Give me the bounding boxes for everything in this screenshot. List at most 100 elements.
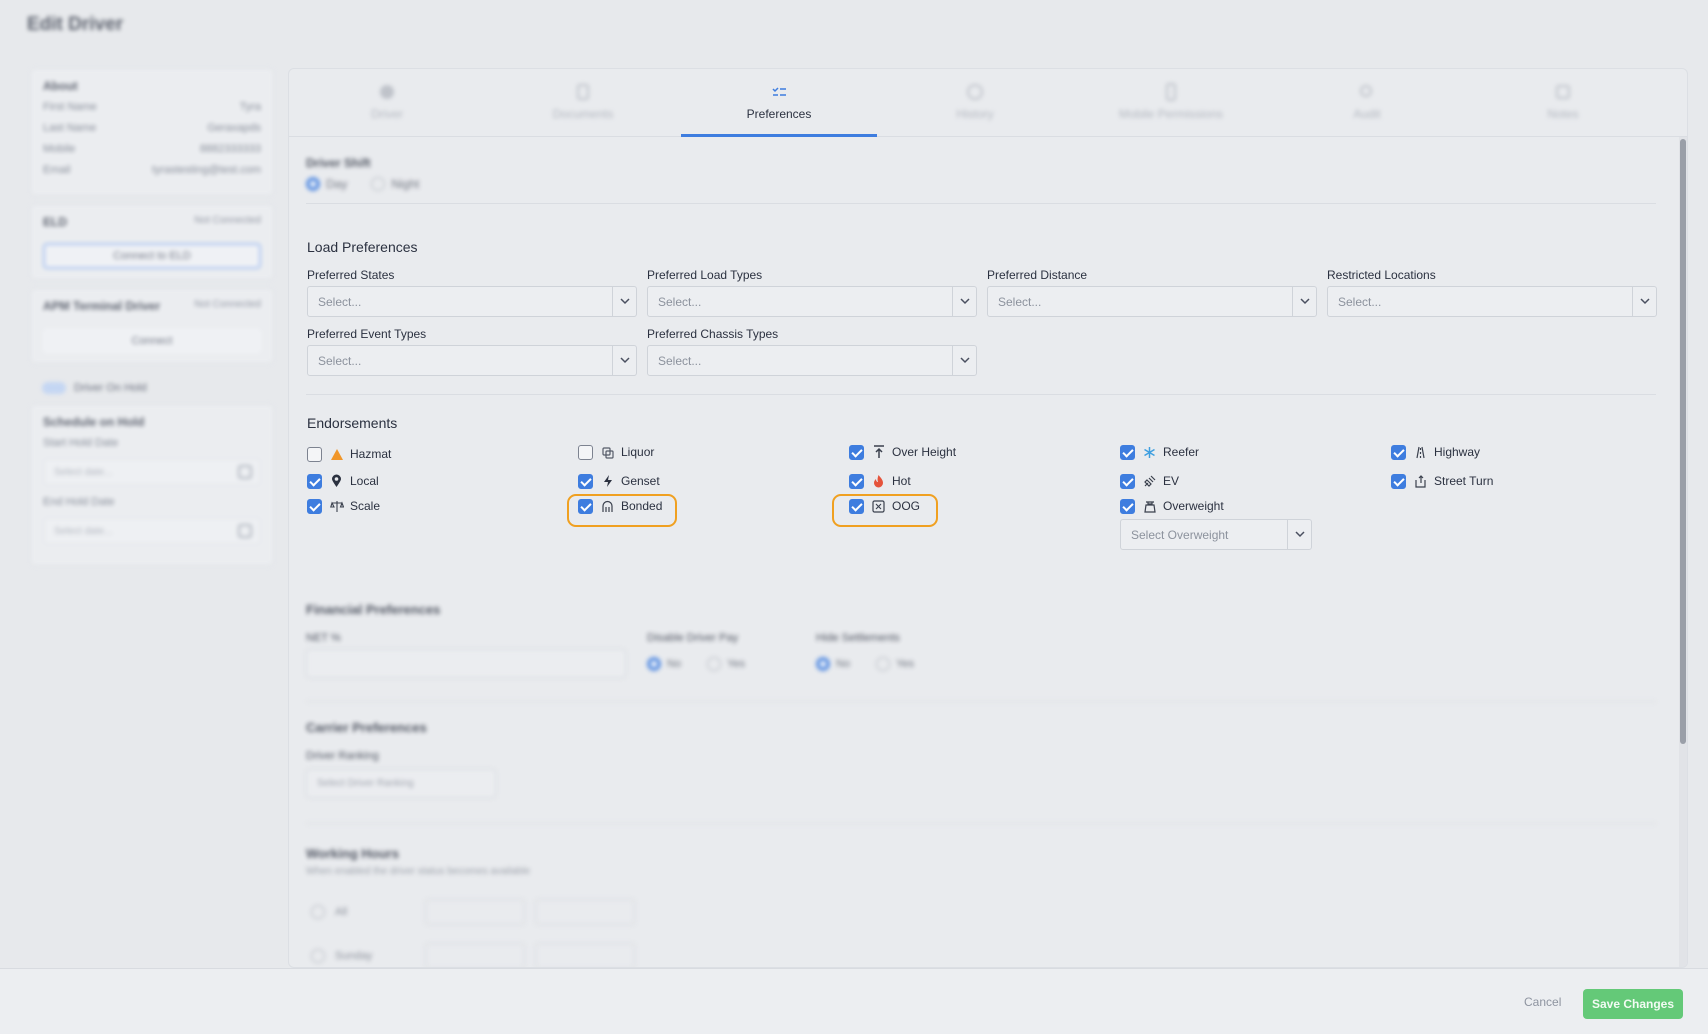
about-row: First Name Tyra [43, 101, 261, 113]
over-height-checkbox[interactable] [849, 444, 864, 460]
highway-checkbox[interactable] [1391, 444, 1406, 460]
driver-shift-title: Driver Shift [306, 156, 371, 170]
hazmat-checkbox[interactable] [307, 446, 322, 462]
genset-checkbox[interactable] [578, 473, 593, 489]
divider [306, 701, 1656, 702]
oog-highlight [832, 494, 938, 527]
restricted-locations-select[interactable]: Select... [1327, 286, 1657, 317]
preferred-chassis-types-label: Preferred Chassis Types [647, 327, 779, 341]
preferred-event-types-select[interactable]: Select... [307, 345, 637, 376]
scale-checkbox[interactable] [307, 498, 322, 514]
working-hours-title: Working Hours [306, 846, 399, 861]
hide-settlements-no-radio[interactable] [816, 657, 830, 671]
connect-eld-button[interactable]: Connect to ELD [43, 243, 261, 269]
disable-pay-label: Disable Driver Pay [647, 632, 739, 644]
tab-history[interactable]: History [877, 69, 1073, 137]
weight-icon [1142, 499, 1157, 514]
endorsement-overweight[interactable]: Overweight [1120, 496, 1224, 516]
terminal-title: APM Terminal Driver [43, 299, 161, 313]
tab-audit[interactable]: Audit [1269, 69, 1465, 137]
eld-title: ELD [43, 215, 67, 229]
time-end-input[interactable] [535, 899, 635, 925]
footer: Cancel Save Changes [0, 968, 1708, 1034]
endorsement-street-turn[interactable]: Street Turn [1391, 471, 1493, 491]
day-toggle[interactable] [311, 905, 325, 919]
hide-settlements-yes-radio[interactable] [876, 657, 891, 671]
endorsement-reefer[interactable]: Reefer [1120, 442, 1199, 462]
reefer-checkbox[interactable] [1120, 444, 1135, 460]
time-start-input[interactable] [425, 943, 525, 967]
divider [306, 394, 1656, 395]
shift-day-radio[interactable] [306, 177, 320, 191]
time-start-input[interactable] [425, 899, 525, 925]
tab-driver[interactable]: Driver [289, 69, 485, 137]
hide-settlements-label: Hide Settlements [816, 632, 900, 644]
end-date-input[interactable]: Select date... [43, 517, 261, 545]
working-hours-subtitle: When enabled the driver status becomes a… [306, 866, 531, 877]
liquor-checkbox[interactable] [578, 444, 593, 460]
about-row: Last Name Geraxapds [43, 122, 261, 134]
tab-documents[interactable]: Documents [485, 69, 681, 137]
start-date-input[interactable]: Select date... [43, 458, 261, 486]
net-input[interactable] [306, 649, 626, 678]
preferred-states-label: Preferred States [307, 268, 395, 282]
save-changes-button[interactable]: Save Changes [1583, 989, 1683, 1019]
day-toggle[interactable] [311, 949, 325, 963]
street-turn-checkbox[interactable] [1391, 473, 1406, 489]
chevron-down-icon [1295, 531, 1305, 538]
tab-mobile-permissions[interactable]: Mobile Permissions [1073, 69, 1269, 137]
about-card: About First Name Tyra Last Name Geraxapds … [30, 68, 274, 196]
cancel-button[interactable]: Cancel [1524, 995, 1561, 1009]
notes-icon [1556, 85, 1570, 99]
preferred-chassis-types-select[interactable]: Select... [647, 345, 977, 376]
user-icon [380, 85, 394, 99]
chevron-down-icon [1300, 298, 1310, 305]
eld-status: Not Connected [194, 215, 261, 226]
hot-checkbox[interactable] [849, 473, 864, 489]
endorsement-hot[interactable]: Hot [849, 471, 911, 491]
driver-ranking-select[interactable]: Select Driver Ranking [306, 769, 496, 798]
local-checkbox[interactable] [307, 473, 322, 489]
connect-terminal-button[interactable]: Connect [43, 329, 261, 353]
driver-shift-options: Day Night [306, 177, 419, 191]
endorsements-title: Endorsements [307, 415, 398, 431]
toggle-switch[interactable] [42, 382, 66, 394]
endorsement-local[interactable]: Local [307, 471, 379, 491]
preferred-states-select[interactable]: Select... [307, 286, 637, 317]
endorsement-ev[interactable]: EV [1120, 471, 1179, 491]
tab-bar: Driver Documents Preferences History Mob… [289, 69, 1687, 137]
document-icon [577, 84, 589, 100]
chevron-down-icon [960, 298, 970, 305]
end-date-label: End Hold Date [43, 496, 115, 508]
on-hold-toggle[interactable]: Driver On Hold [30, 372, 274, 404]
hazmat-icon [329, 447, 344, 462]
flame-icon [871, 474, 886, 489]
tab-notes[interactable]: Notes [1465, 69, 1661, 137]
endorsement-liquor[interactable]: Liquor [578, 442, 654, 462]
endorsement-scale[interactable]: Scale [307, 496, 380, 516]
scrollbar-thumb[interactable] [1680, 139, 1686, 744]
disable-pay-yes-radio[interactable] [707, 657, 722, 671]
endorsement-highway[interactable]: Highway [1391, 442, 1480, 462]
endorsement-hazmat[interactable]: Hazmat [307, 444, 391, 464]
overweight-checkbox[interactable] [1120, 498, 1135, 514]
shift-night-radio[interactable] [371, 177, 386, 191]
overweight-select[interactable]: Select Overweight [1120, 519, 1312, 550]
preferred-distance-select[interactable]: Select... [987, 286, 1317, 317]
endorsement-genset[interactable]: Genset [578, 471, 660, 491]
calendar-icon [238, 524, 252, 538]
page-title: Edit Driver [27, 14, 124, 35]
net-label: NET % [306, 632, 341, 644]
tab-preferences[interactable]: Preferences [681, 69, 877, 137]
audit-icon [1360, 85, 1372, 97]
disable-pay-options: No Yes [647, 657, 745, 671]
about-title: About [43, 79, 78, 93]
disable-pay-no-radio[interactable] [647, 657, 661, 671]
about-row: Email tyrastesting@test.com [43, 164, 261, 176]
preferred-load-types-select[interactable]: Select... [647, 286, 977, 317]
preferred-distance-label: Preferred Distance [987, 268, 1088, 282]
ev-checkbox[interactable] [1120, 473, 1135, 489]
time-end-input[interactable] [535, 943, 635, 967]
endorsement-over-height[interactable]: Over Height [849, 442, 956, 462]
highway-icon [1413, 445, 1428, 460]
